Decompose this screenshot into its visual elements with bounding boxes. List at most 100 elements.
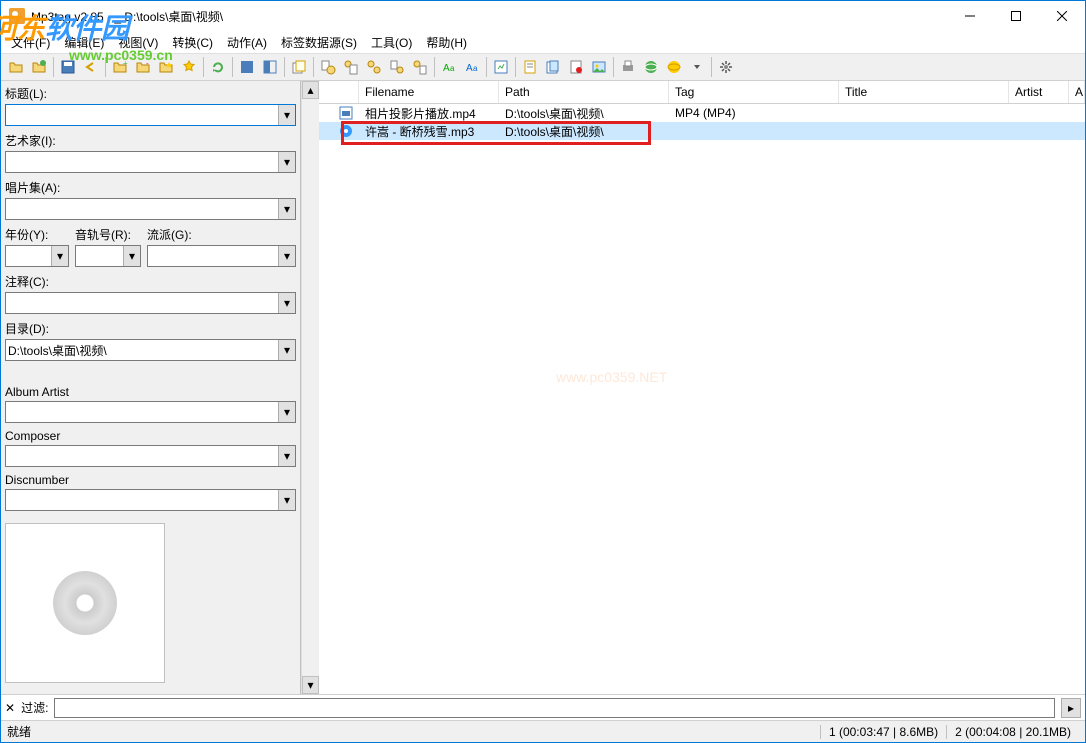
disc-icon [53,571,117,635]
export-txt-icon[interactable] [565,56,587,78]
col-filename[interactable]: Filename [359,81,499,103]
sidebar-scrollbar[interactable]: ▴ ▾ [301,81,319,694]
web-icon[interactable] [663,56,685,78]
comment-input[interactable]: ▾ [5,292,296,314]
filter-input[interactable] [54,698,1055,718]
svg-text:-: - [146,59,149,68]
chevron-down-icon[interactable]: ▾ [278,152,295,172]
maximize-button[interactable] [993,1,1039,31]
menu-view[interactable]: 视图(V) [112,32,164,53]
track-label: 音轨号(R): [75,226,141,243]
statusbar: 就绪 1 (00:03:47 | 8.6MB) 2 (00:04:08 | 20… [1,720,1085,742]
select-invert-icon[interactable] [259,56,281,78]
menu-help[interactable]: 帮助(H) [420,32,473,53]
chevron-down-icon[interactable]: ▾ [278,293,295,313]
discnumber-input[interactable]: ▾ [5,489,296,511]
chevron-down-icon[interactable]: ▾ [123,246,140,266]
status-seg1: 1 (00:03:47 | 8.6MB) [820,725,946,739]
directory-input[interactable]: D:\tools\桌面\视频\▾ [5,339,296,361]
col-path[interactable]: Path [499,81,669,103]
video-file-icon [339,106,353,120]
file-from-tag-icon[interactable] [340,56,362,78]
chevron-down-icon[interactable]: ▾ [278,246,295,266]
export-icon[interactable] [542,56,564,78]
genre-input[interactable]: ▾ [147,245,296,267]
audio-file-icon [339,124,353,138]
cell-path: D:\tools\桌面\视频\ [499,123,669,140]
close-filter-icon[interactable]: ✕ [5,701,15,715]
menubar: 文件(F) 编辑(E) 视图(V) 转换(C) 动作(A) 标签数据源(S) 工… [1,31,1085,53]
scroll-down-icon[interactable]: ▾ [302,676,319,694]
playlist-icon[interactable] [519,56,541,78]
print-icon[interactable] [617,56,639,78]
freedb-icon[interactable] [640,56,662,78]
chevron-down-icon[interactable]: ▾ [278,340,295,360]
menu-file[interactable]: 文件(F) [5,32,56,53]
folder-open-icon[interactable] [5,56,27,78]
album-art-placeholder[interactable] [5,523,165,683]
svg-text:+: + [123,59,128,68]
autonumber-icon[interactable]: Aa [438,56,460,78]
col-title[interactable]: Title [839,81,1009,103]
menu-convert[interactable]: 转换(C) [166,32,219,53]
title-input[interactable]: ▾ [5,104,296,126]
menu-tagsource[interactable]: 标签数据源(S) [275,32,363,53]
picture-icon[interactable] [588,56,610,78]
chevron-down-icon[interactable]: ▾ [51,246,68,266]
col-spacer[interactable] [319,81,359,103]
chevron-down-icon[interactable]: ▾ [278,105,295,125]
svg-text:A: A [443,63,450,74]
chevron-down-icon[interactable]: ▾ [278,446,295,466]
filter-next-button[interactable]: ▸ [1061,698,1081,718]
col-artist[interactable]: Artist [1009,81,1069,103]
copy-tag-icon[interactable] [288,56,310,78]
minimize-button[interactable] [947,1,993,31]
tag-to-tag-icon[interactable] [363,56,385,78]
tag-from-file-icon[interactable] [317,56,339,78]
menu-edit[interactable]: 编辑(E) [58,32,110,53]
cell-filename: 许嵩 - 断桥残雪.mp3 [359,123,499,140]
titlebar: Mp3tag v2.85 - _ D:\tools\桌面\视频\ [1,1,1085,31]
tag-to-text-icon[interactable] [409,56,431,78]
sidebar: 标题(L): ▾ 艺术家(I): ▾ 唱片集(A): ▾ 年份(Y): ▾ 音轨… [1,81,301,694]
web-dropdown-icon[interactable] [686,56,708,78]
options-icon[interactable] [715,56,737,78]
chevron-down-icon[interactable]: ▾ [278,490,295,510]
undo-icon[interactable] [80,56,102,78]
albumartist-input[interactable]: ▾ [5,401,296,423]
text-to-tag-icon[interactable] [386,56,408,78]
extended-tag-icon[interactable] [490,56,512,78]
track-input[interactable]: ▾ [75,245,141,267]
menu-action[interactable]: 动作(A) [221,32,273,53]
list-row[interactable]: 许嵩 - 断桥残雪.mp3 D:\tools\桌面\视频\ [319,122,1085,140]
artist-input[interactable]: ▾ [5,151,296,173]
chevron-down-icon[interactable]: ▾ [278,199,295,219]
list-body[interactable]: 相片投影片播放.mp4 D:\tools\桌面\视频\ MP4 (MP4) 许嵩… [319,104,1085,694]
list-row[interactable]: 相片投影片播放.mp4 D:\tools\桌面\视频\ MP4 (MP4) [319,104,1085,122]
folder-minus-icon[interactable]: - [132,56,154,78]
albumartist-label: Album Artist [5,385,296,399]
favorite-folder-icon[interactable] [155,56,177,78]
close-button[interactable] [1039,1,1085,31]
select-all-icon[interactable] [236,56,258,78]
scroll-up-icon[interactable]: ▴ [302,81,319,99]
star-icon[interactable] [178,56,200,78]
menu-tools[interactable]: 工具(O) [365,32,418,53]
discnumber-label: Discnumber [5,473,296,487]
window-title: Mp3tag v2.85 - _ D:\tools\桌面\视频\ [31,8,223,25]
chevron-down-icon[interactable]: ▾ [278,402,295,422]
save-icon[interactable] [57,56,79,78]
title-label: 标题(L): [5,85,296,102]
refresh-icon[interactable] [207,56,229,78]
directory-label: 目录(D): [5,320,296,337]
folder-add-icon[interactable] [28,56,50,78]
composer-label: Composer [5,429,296,443]
composer-input[interactable]: ▾ [5,445,296,467]
cell-tag: MP4 (MP4) [669,106,839,120]
album-input[interactable]: ▾ [5,198,296,220]
col-a[interactable]: A [1069,81,1085,103]
actions-icon[interactable]: Aa [461,56,483,78]
year-input[interactable]: ▾ [5,245,69,267]
folder-plus-icon[interactable]: + [109,56,131,78]
col-tag[interactable]: Tag [669,81,839,103]
